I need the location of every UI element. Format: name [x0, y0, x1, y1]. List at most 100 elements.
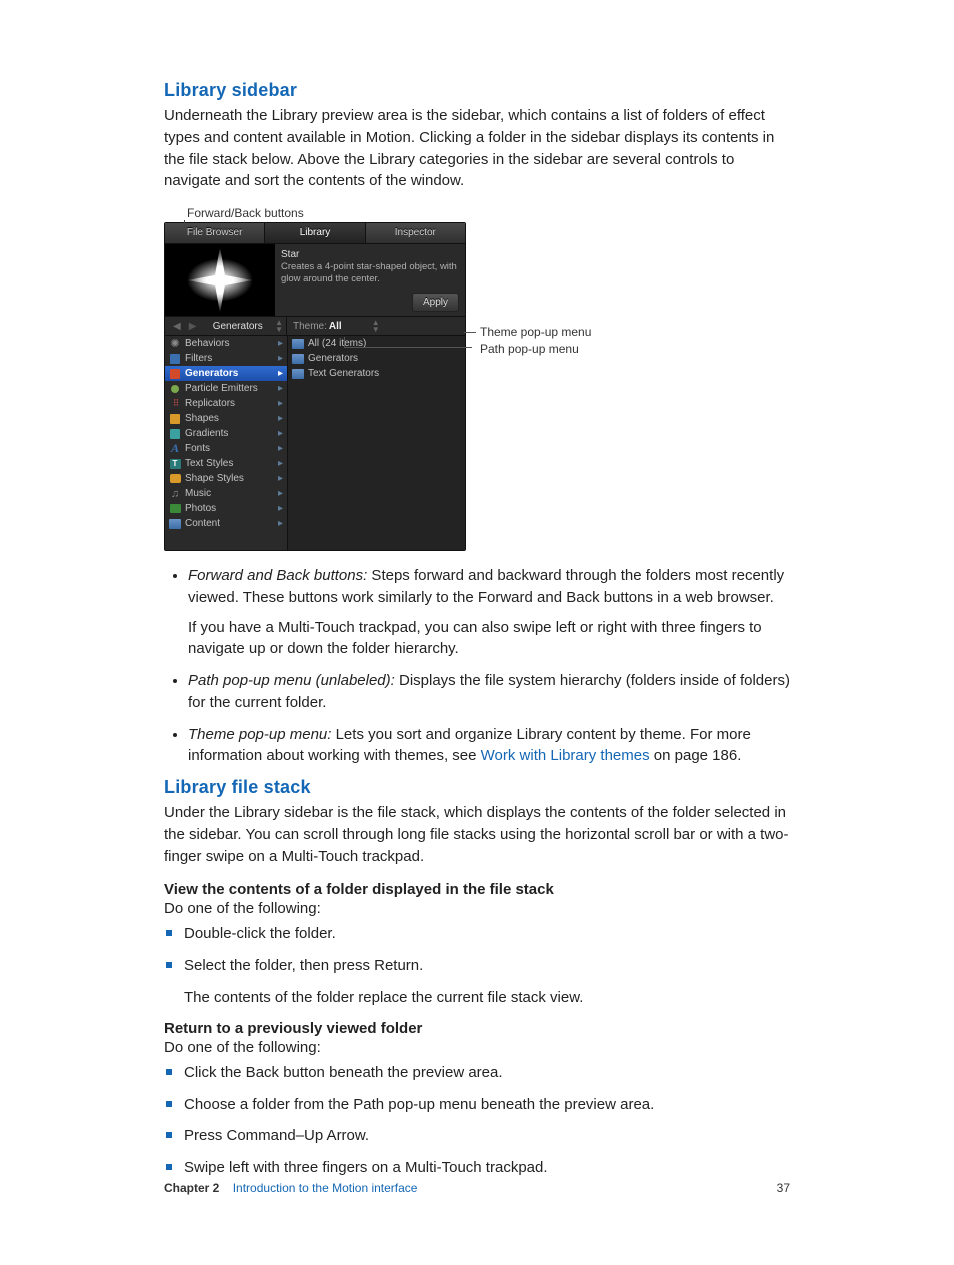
category-label: Particle Emitters — [185, 383, 278, 394]
callout-theme: Theme pop-up menu — [480, 325, 591, 339]
category-icon: A — [169, 443, 181, 454]
category-icon — [169, 413, 181, 424]
category-label: Shape Styles — [185, 473, 278, 484]
step-item: Choose a folder from the Path pop-up men… — [184, 1094, 790, 1116]
library-panel: File Browser Library Inspector — [164, 222, 466, 551]
category-generators[interactable]: Generators▸ — [165, 366, 287, 381]
category-icon — [169, 473, 181, 484]
category-label: Text Styles — [185, 458, 278, 469]
task1-lead: Do one of the following: — [164, 900, 790, 917]
folder-icon — [292, 368, 304, 379]
theme-popup-label: Theme: — [293, 321, 327, 332]
category-shape-styles[interactable]: Shape Styles▸ — [165, 471, 287, 486]
p-library-sidebar: Underneath the Library preview area is t… — [164, 105, 790, 192]
h-library-sidebar: Library sidebar — [164, 80, 790, 101]
nav-stepper-icon[interactable]: ▲▼ — [275, 319, 286, 333]
tab-inspector[interactable]: Inspector — [366, 223, 465, 243]
tab-library[interactable]: Library — [265, 223, 365, 243]
chevron-right-icon: ▸ — [278, 428, 283, 439]
category-gradients[interactable]: Gradients▸ — [165, 426, 287, 441]
category-filters[interactable]: Filters▸ — [165, 351, 287, 366]
subfolder-label: Generators — [308, 353, 461, 364]
category-label: Gradients — [185, 428, 278, 439]
bullet-item: Theme pop-up menu: Lets you sort and org… — [188, 724, 790, 768]
chevron-right-icon: ▸ — [278, 518, 283, 529]
category-icon — [169, 503, 181, 514]
folder-icon — [292, 353, 304, 364]
category-shapes[interactable]: Shapes▸ — [165, 411, 287, 426]
category-label: Photos — [185, 503, 278, 514]
preview-title: Star — [281, 248, 459, 261]
category-text-styles[interactable]: T Text Styles▸ — [165, 456, 287, 471]
category-icon — [169, 368, 181, 379]
category-icon — [169, 383, 181, 394]
subfolder-item[interactable]: All (24 items) — [288, 336, 465, 351]
step-item: Click the Back button beneath the previe… — [184, 1062, 790, 1084]
chevron-right-icon: ▸ — [278, 398, 283, 409]
category-label: Generators — [185, 368, 278, 379]
chevron-right-icon: ▸ — [278, 338, 283, 349]
task1-after: The contents of the folder replace the c… — [184, 989, 790, 1006]
chevron-right-icon: ▸ — [278, 473, 283, 484]
page-footer: Chapter 2 Introduction to the Motion int… — [164, 1181, 790, 1195]
category-label: Filters — [185, 353, 278, 364]
chevron-right-icon: ▸ — [278, 458, 283, 469]
chevron-right-icon: ▸ — [278, 443, 283, 454]
footer-page: 37 — [777, 1181, 790, 1195]
bullet-term: Forward and Back buttons: — [188, 567, 367, 584]
bullet-sub: If you have a Multi-Touch trackpad, you … — [188, 617, 790, 661]
subfolder-item[interactable]: Generators — [288, 351, 465, 366]
figure: Forward/Back buttons Theme pop-up menu P… — [164, 206, 596, 551]
category-icon: ✺ — [169, 338, 181, 349]
category-list[interactable]: ✺Behaviors▸Filters▸Generators▸Particle E… — [165, 336, 288, 550]
preview-description: Creates a 4-point star-shaped object, wi… — [281, 261, 459, 286]
preview-thumbnail — [165, 244, 275, 316]
p-library-file-stack: Under the Library sidebar is the file st… — [164, 802, 790, 867]
bullet-item: Forward and Back buttons: Steps forward … — [188, 565, 790, 660]
category-behaviors[interactable]: ✺ Behaviors▸ — [165, 336, 287, 351]
category-label: Replicators — [185, 398, 278, 409]
inline-link[interactable]: Work with Library themes — [481, 747, 650, 764]
bullet-item: Path pop-up menu (unlabeled): Displays t… — [188, 670, 790, 714]
category-icon — [169, 428, 181, 439]
category-fonts[interactable]: A Fonts▸ — [165, 441, 287, 456]
category-label: Music — [185, 488, 278, 499]
theme-popup-value[interactable]: All — [329, 321, 342, 332]
tab-file-browser[interactable]: File Browser — [165, 223, 265, 243]
chevron-right-icon: ▸ — [278, 503, 283, 514]
category-icon — [169, 353, 181, 364]
category-photos[interactable]: Photos▸ — [165, 501, 287, 516]
nav-current-folder[interactable]: Generators — [200, 321, 275, 332]
subfolder-list[interactable]: All (24 items) Generators Text Generators — [288, 336, 465, 550]
subfolder-label: Text Generators — [308, 368, 461, 379]
step-item: Swipe left with three fingers on a Multi… — [184, 1157, 790, 1179]
category-icon — [169, 518, 181, 529]
chevron-right-icon: ▸ — [278, 353, 283, 364]
footer-title: Introduction to the Motion interface — [233, 1181, 418, 1195]
category-label: Shapes — [185, 413, 278, 424]
category-content[interactable]: Content▸ — [165, 516, 287, 531]
category-icon: ⠿ — [169, 398, 181, 409]
category-replicators[interactable]: ⠿ Replicators▸ — [165, 396, 287, 411]
bullet-term: Path pop-up menu (unlabeled): — [188, 672, 395, 689]
footer-chapter: Chapter 2 — [164, 1181, 219, 1195]
bullet-term: Theme pop-up menu: — [188, 726, 331, 743]
task2-lead: Do one of the following: — [164, 1039, 790, 1056]
category-label: Content — [185, 518, 278, 529]
step-item: Double-click the folder. — [184, 923, 790, 945]
callout-forward-back: Forward/Back buttons — [186, 206, 596, 220]
category-music[interactable]: ♫Music▸ — [165, 486, 287, 501]
category-label: Behaviors — [185, 338, 278, 349]
forward-button[interactable]: ▶ — [185, 321, 201, 332]
folder-icon — [292, 338, 304, 349]
subfolder-item[interactable]: Text Generators — [288, 366, 465, 381]
theme-stepper-icon[interactable]: ▲▼ — [372, 319, 383, 333]
apply-button[interactable]: Apply — [412, 293, 459, 312]
category-icon: T — [169, 458, 181, 469]
category-particle-emitters[interactable]: Particle Emitters▸ — [165, 381, 287, 396]
step-item: Press Command–Up Arrow. — [184, 1125, 790, 1147]
category-icon: ♫ — [169, 488, 181, 499]
chevron-right-icon: ▸ — [278, 413, 283, 424]
back-button[interactable]: ◀ — [169, 321, 185, 332]
category-label: Fonts — [185, 443, 278, 454]
